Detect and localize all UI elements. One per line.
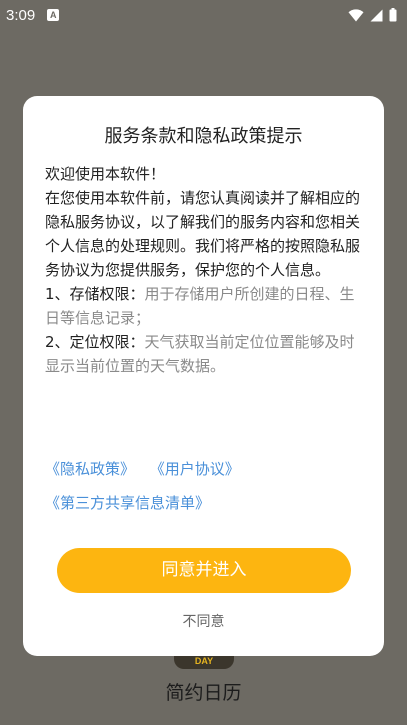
notification-icon: A xyxy=(47,9,60,21)
third-party-list-link[interactable]: 《第三方共享信息清单》 xyxy=(45,494,210,512)
permission-label: 1、存储权限： xyxy=(45,285,145,303)
signal-icon xyxy=(370,9,383,21)
permission-storage: 1、存储权限：用于存储用户所创建的日程、生日等信息记录； xyxy=(45,282,363,330)
permission-label: 2、定位权限： xyxy=(45,333,145,351)
dialog-body: 欢迎使用本软件！ 在您使用本软件前，请您认真阅读并了解相应的隐私服务协议，以了解… xyxy=(45,162,363,378)
greeting-text: 欢迎使用本软件！ xyxy=(45,165,166,183)
status-time: 3:09 xyxy=(6,6,36,24)
policy-links-row: 《隐私政策》 《用户协议》 xyxy=(45,458,365,479)
user-agreement-link[interactable]: 《用户协议》 xyxy=(150,460,240,478)
third-party-links-row: 《第三方共享信息清单》 xyxy=(45,492,365,513)
terms-privacy-dialog: 服务条款和隐私政策提示 欢迎使用本软件！ 在您使用本软件前，请您认真阅读并了解相… xyxy=(23,96,384,656)
dialog-title: 服务条款和隐私政策提示 xyxy=(104,126,303,147)
status-bar: 3:09 A xyxy=(0,0,407,30)
status-icons xyxy=(348,8,397,22)
wifi-icon xyxy=(348,8,364,21)
disagree-button[interactable]: 不同意 xyxy=(23,611,384,631)
app-name: 简约日历 xyxy=(165,682,242,704)
permission-location: 2、定位权限：天气获取当前定位位置能够及时显示当前位置的天气数据。 xyxy=(45,330,363,378)
battery-icon xyxy=(389,8,397,22)
agree-button[interactable]: 同意并进入 xyxy=(57,548,351,593)
intro-text: 在您使用本软件前，请您认真阅读并了解相应的隐私服务协议，以了解我们的服务内容和您… xyxy=(45,189,361,279)
privacy-policy-link[interactable]: 《隐私政策》 xyxy=(45,460,135,478)
